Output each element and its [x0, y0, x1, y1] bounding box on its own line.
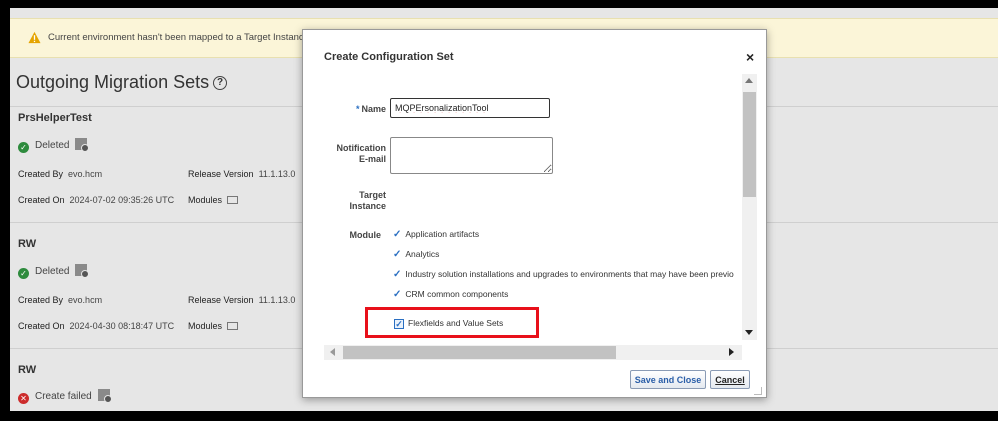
create-configuration-set-dialog: Create Configuration Set × *Name Notific…	[302, 29, 767, 398]
module-item: ✓ Application artifacts	[393, 229, 480, 240]
warning-icon	[28, 31, 41, 44]
resize-handle[interactable]	[754, 387, 762, 395]
scroll-thumb[interactable]	[343, 346, 616, 359]
cancel-button[interactable]: Cancel	[710, 370, 750, 389]
help-icon[interactable]: ?	[213, 76, 228, 91]
horizontal-scrollbar[interactable]	[324, 345, 742, 360]
document-icon[interactable]	[75, 138, 90, 152]
flexfields-highlight: ✓ Flexfields and Value Sets	[365, 307, 539, 338]
release-version: Release Version 11.1.13.0	[188, 295, 296, 305]
migration-set-name[interactable]: PrsHelperTest	[18, 112, 92, 124]
status-badge: ✓ Deleted	[18, 264, 90, 279]
scroll-right-icon[interactable]	[729, 348, 734, 356]
migration-set-name[interactable]: RW	[18, 364, 36, 376]
flexfields-checkbox[interactable]: ✓	[394, 319, 404, 329]
list-icon	[227, 196, 239, 204]
module-item: ✓ Industry solution installations and upg…	[393, 269, 734, 280]
close-icon[interactable]: ×	[746, 49, 754, 65]
notification-email-label: Notification E-mail	[336, 143, 387, 164]
created-on: Created On 2024-07-02 09:35:26 UTC	[18, 195, 175, 205]
scroll-down-icon[interactable]	[745, 330, 753, 335]
status-badge: ✓ Deleted	[18, 138, 90, 153]
notification-email-field[interactable]	[390, 137, 553, 174]
check-icon: ✓	[393, 249, 402, 260]
name-label: * Name	[355, 104, 386, 114]
created-on: Created On 2024-04-30 08:18:47 UTC	[18, 321, 175, 331]
scroll-up-icon[interactable]	[745, 78, 753, 83]
check-circle-icon: ✓	[18, 268, 29, 279]
document-icon[interactable]	[97, 389, 112, 403]
check-icon: ✓	[393, 229, 402, 240]
document-icon[interactable]	[75, 264, 90, 278]
dialog-title: Create Configuration Set	[324, 51, 454, 63]
list-icon	[227, 322, 239, 330]
vertical-scrollbar[interactable]	[742, 74, 757, 340]
scroll-thumb[interactable]	[743, 92, 756, 197]
save-and-close-button[interactable]: Save and Close	[630, 370, 706, 389]
check-icon: ✓	[393, 269, 402, 280]
required-mark: *	[355, 104, 360, 114]
name-input[interactable]	[390, 98, 550, 118]
modules-link[interactable]: Modules	[188, 195, 239, 205]
scroll-left-icon[interactable]	[330, 348, 335, 356]
check-circle-icon: ✓	[18, 142, 29, 153]
release-version: Release Version 11.1.13.0	[188, 169, 296, 179]
error-circle-icon: ✕	[18, 393, 29, 404]
created-by: Created By evo.hcm	[18, 169, 103, 179]
module-label: Module	[349, 230, 382, 240]
module-item: ✓ CRM common components	[393, 289, 509, 300]
page-title: Outgoing Migration Sets?	[16, 72, 228, 93]
flexfields-label[interactable]: Flexfields and Value Sets	[408, 318, 503, 328]
created-by: Created By evo.hcm	[18, 295, 103, 305]
target-instance-label: Target Instance	[349, 190, 386, 211]
status-badge: ✕ Create failed	[18, 389, 112, 404]
module-item: ✓ Analytics	[393, 249, 440, 260]
modules-link[interactable]: Modules	[188, 321, 239, 331]
banner-message: Current environment hasn't been mapped t…	[48, 32, 327, 43]
migration-set-name[interactable]: RW	[18, 238, 36, 250]
check-icon: ✓	[393, 289, 402, 300]
